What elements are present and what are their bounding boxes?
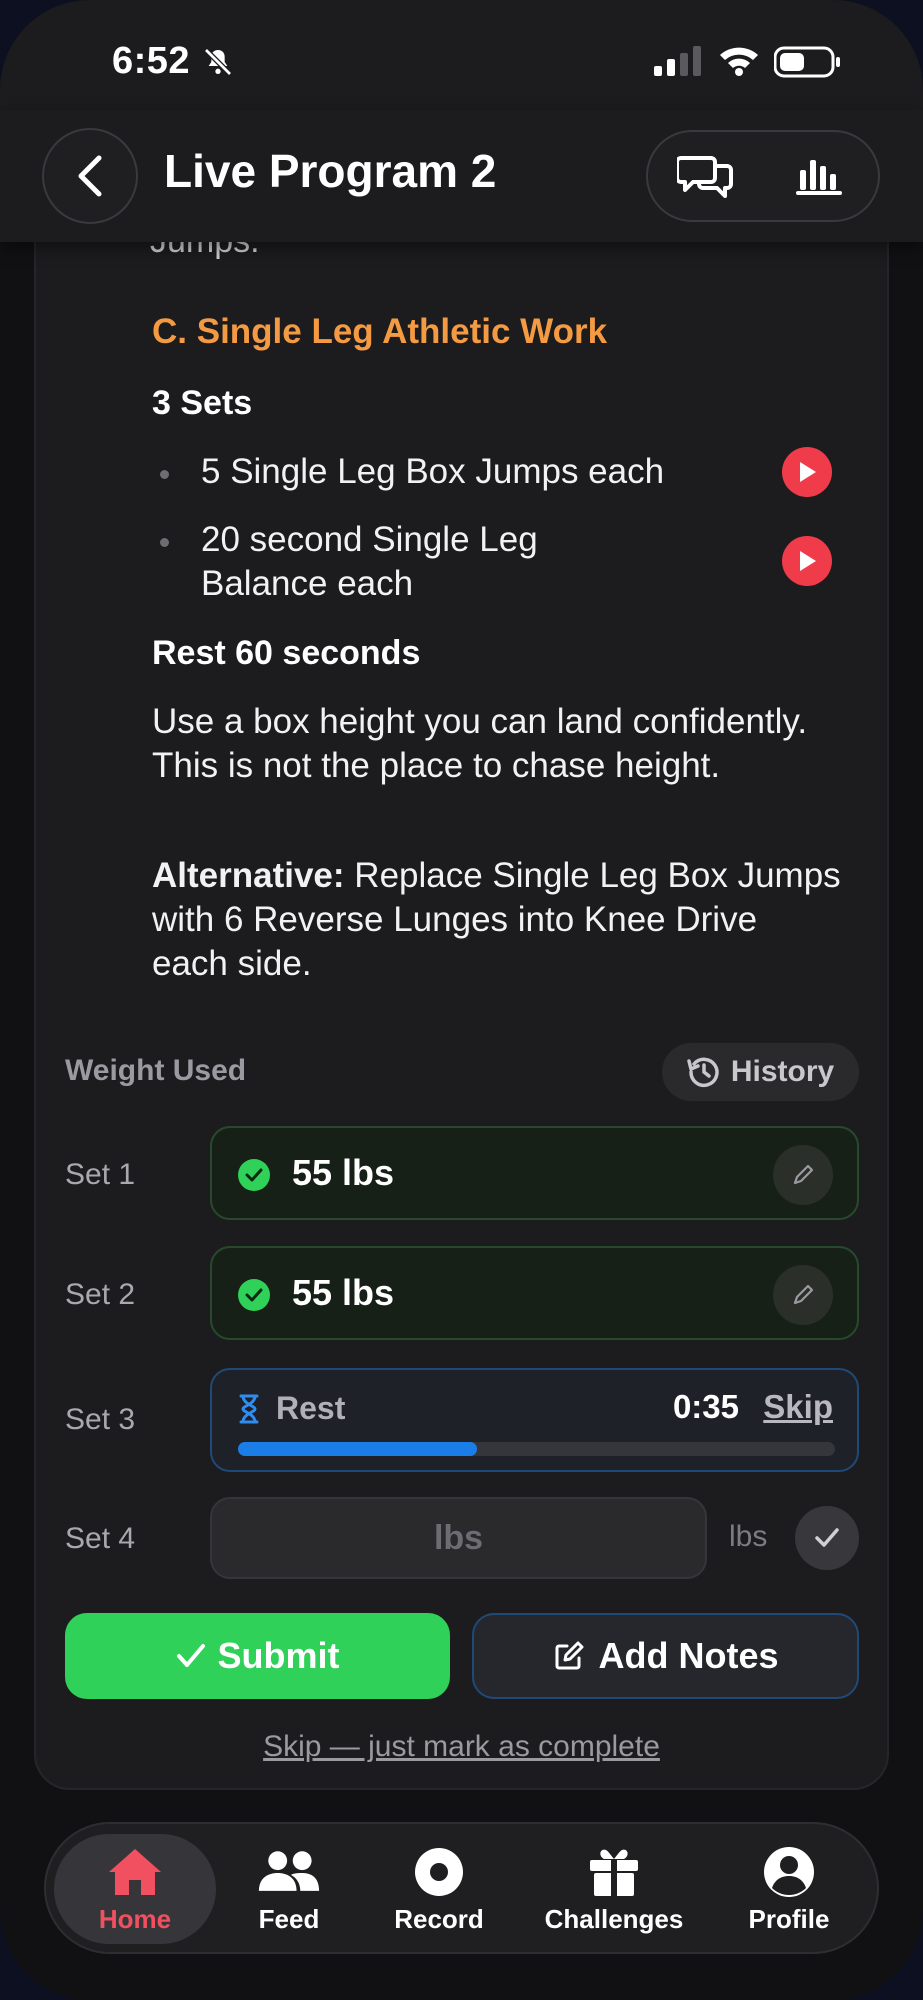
rest-progress-track [238, 1442, 835, 1456]
rest-countdown: 0:35 [672, 1388, 739, 1425]
chat-bubbles-icon [677, 156, 733, 198]
confirm-set-button[interactable] [795, 1506, 859, 1570]
stats-button[interactable] [780, 144, 860, 208]
chat-button[interactable] [666, 144, 746, 208]
app-header: Live Program 2 [0, 110, 923, 242]
tab-profile[interactable]: Profile [714, 1834, 864, 1944]
wifi-icon [720, 47, 758, 76]
tab-label: Record [394, 1904, 484, 1934]
status-time: 6:52 [112, 40, 191, 82]
tab-label: Profile [748, 1904, 830, 1934]
alternative-note: Alternative: Replace Single Leg Box Jump… [152, 854, 842, 986]
gift-icon [590, 1849, 638, 1896]
people-icon [258, 1851, 320, 1891]
alternative-label: Alternative: [152, 856, 345, 895]
tab-challenges[interactable]: Challenges [539, 1834, 689, 1944]
set-label: Set 3 [65, 1403, 136, 1436]
tab-label: Challenges [544, 1904, 684, 1934]
history-label: History [730, 1055, 835, 1088]
header-actions [646, 130, 880, 222]
set-label: Set 4 [65, 1522, 136, 1555]
weight-input[interactable] [210, 1497, 707, 1579]
section-heading: C. Single Leg Athletic Work [152, 312, 608, 351]
checkmark-icon [815, 1528, 839, 1547]
bottom-tab-bar: Home Feed Record Challenges Profile [44, 1822, 879, 1954]
bullet-dot [160, 538, 169, 547]
add-notes-label: Add Notes [598, 1635, 779, 1676]
tab-label: Feed [258, 1904, 320, 1934]
phone-screen: 6:52 Live Program 2 C. Single Leg Athlet… [0, 0, 923, 2000]
weight-used-label: Weight Used [65, 1054, 247, 1087]
check-circle-icon [238, 1159, 270, 1191]
hourglass-icon [239, 1394, 259, 1424]
tab-record[interactable]: Record [364, 1834, 514, 1944]
profile-icon [764, 1847, 814, 1897]
edit-note-icon [555, 1641, 583, 1670]
submit-button[interactable]: Submit [65, 1613, 450, 1699]
rest-status: Rest [276, 1390, 346, 1426]
rest-label: Rest 60 seconds [152, 634, 421, 672]
cellular-signal-icon [654, 46, 701, 76]
weight-value: 55 lbs [292, 1272, 395, 1313]
set-label: Set 1 [65, 1158, 136, 1191]
bell-muted-icon [204, 48, 232, 76]
exercise-item: 5 Single Leg Box Jumps each [152, 447, 842, 518]
record-icon [415, 1848, 463, 1896]
battery-icon [774, 46, 840, 78]
exercise-item: 20 second Single Leg Balance each [152, 518, 842, 628]
weight-value: 55 lbs [292, 1152, 395, 1193]
bullet-dot [160, 470, 169, 479]
rest-progress-fill [238, 1442, 477, 1456]
check-circle-icon [238, 1279, 270, 1311]
submit-label: Submit [217, 1635, 340, 1676]
set-row-completed: 55 lbs [210, 1246, 859, 1340]
play-icon [800, 462, 816, 482]
set-row-completed: 55 lbs [210, 1126, 859, 1220]
play-video-button[interactable] [782, 536, 832, 586]
tab-home[interactable]: Home [54, 1834, 216, 1944]
back-button[interactable] [42, 128, 138, 224]
sets-label: 3 Sets [152, 384, 253, 422]
set-label: Set 2 [65, 1278, 136, 1311]
unit-label: lbs [729, 1520, 768, 1553]
home-icon [109, 1849, 161, 1895]
tab-label: Home [98, 1904, 172, 1934]
coach-note: Use a box height you can land confidentl… [152, 702, 808, 785]
edit-set-button[interactable] [773, 1145, 833, 1205]
status-bar: 6:52 [0, 0, 923, 110]
rest-timer-row: Rest 0:35 Skip [210, 1368, 859, 1472]
exercise-label: 20 second Single Leg Balance each [201, 520, 538, 603]
skip-rest-link[interactable]: Skip [763, 1388, 833, 1426]
tab-feed[interactable]: Feed [214, 1834, 364, 1944]
chevron-left-icon [78, 155, 102, 197]
exercise-label: 5 Single Leg Box Jumps each [201, 452, 665, 491]
page-title: Live Program 2 [164, 145, 497, 197]
pencil-icon [793, 1284, 814, 1305]
pencil-icon [793, 1164, 814, 1185]
exercise-list: 5 Single Leg Box Jumps each 20 second Si… [152, 447, 842, 628]
edit-set-button[interactable] [773, 1265, 833, 1325]
skip-mark-complete-link[interactable]: Skip — just mark as complete [0, 1730, 923, 1764]
history-clock-icon [687, 1057, 719, 1088]
checkmark-icon [176, 1644, 205, 1667]
add-notes-button[interactable]: Add Notes [472, 1613, 859, 1699]
play-icon [800, 551, 816, 571]
play-video-button[interactable] [782, 447, 832, 497]
bar-chart-icon [796, 160, 842, 195]
history-button[interactable]: History [662, 1043, 859, 1101]
